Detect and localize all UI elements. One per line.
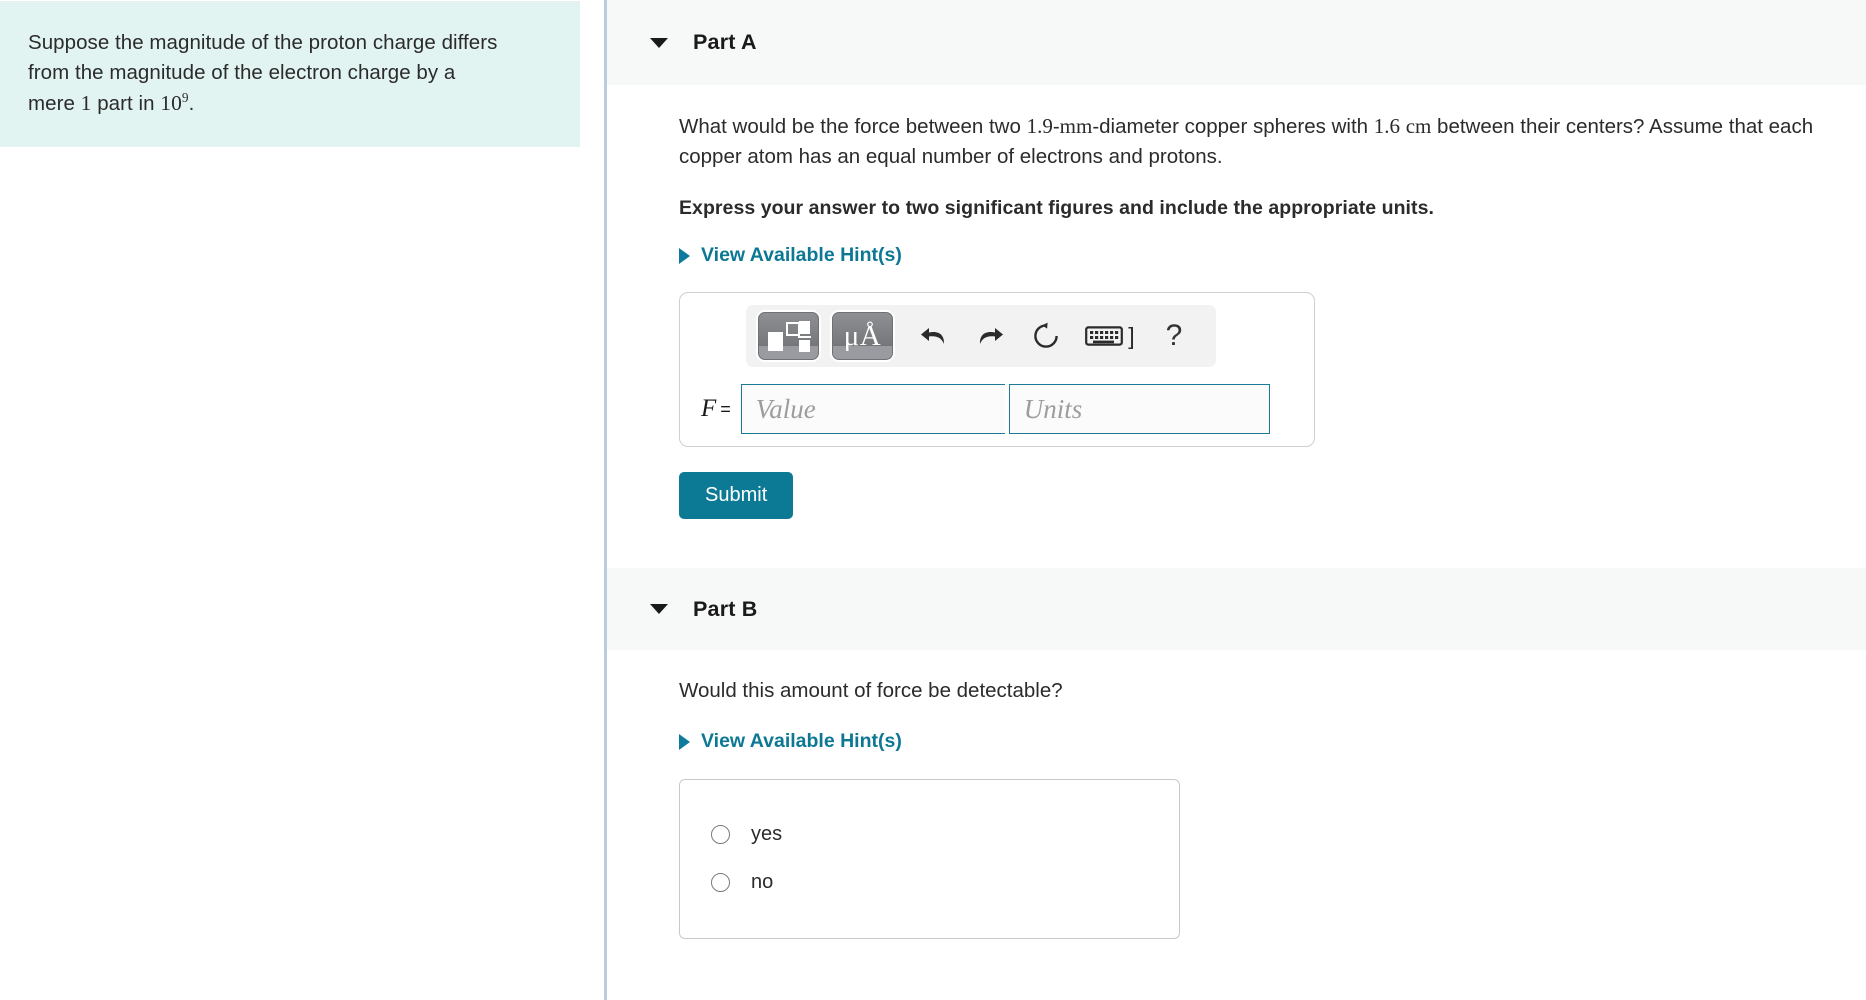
question-separation-value: 1.6 [1373,114,1400,138]
radio-button-no[interactable] [711,872,730,892]
problem-line-2: from the magnitude of the electron charg… [28,61,456,84]
caret-right-icon [679,247,690,264]
question-segment-2: - [1052,115,1060,138]
answer-variable-label: F [701,395,717,422]
part-b-body: Would this amount of force be detectable… [607,650,1866,939]
keyboard-icon [1085,326,1124,346]
equals-sign: = [720,398,731,419]
problem-line-1: Suppose the magnitude of the proton char… [28,31,498,54]
problem-value-1: 1 [80,91,92,115]
part-a-view-hints-link[interactable]: View Available Hint(s) [679,244,902,267]
part-a-title: Part A [693,30,757,54]
answer-units-input[interactable] [1008,384,1270,434]
caret-right-icon [679,733,690,750]
caret-down-icon[interactable] [650,604,668,614]
part-b-header[interactable]: Part B [607,568,1866,650]
question-segment-3: -diameter copper spheres with [1092,115,1374,138]
reset-circular-arrow-icon[interactable] [1018,312,1074,360]
submit-button[interactable]: Submit [679,472,794,519]
answer-pane: Part A What would be the force between t… [607,0,1866,1000]
undo-arrow-icon[interactable] [906,312,962,360]
problem-statement-pane: Suppose the magnitude of the proton char… [0,0,604,1000]
keyboard-shortcuts-button[interactable]: ] [1074,312,1146,360]
problem-statement-text: Suppose the magnitude of the proton char… [28,28,550,119]
part-b-question: Would this amount of force be detectable… [679,679,1063,702]
answer-value-input[interactable] [740,384,1005,434]
question-diameter-value: 1.9 [1026,114,1053,138]
answer-input-row: F = [680,384,1314,434]
help-label: ? [1165,319,1183,352]
micro-angstrom-label: μÅ [843,319,882,352]
option-row-yes[interactable]: yes [680,810,1179,858]
equation-editor-toolbar: μÅ] ? [746,305,1216,367]
units-palette-button[interactable]: μÅ [832,312,893,360]
part-b-hint-label: View Available Hint(s) [701,730,902,752]
part-a-question: What would be the force between two 1.9-… [679,111,1859,172]
part-a-answer-box: μÅ] ? F = Value Units [679,292,1315,447]
caret-down-icon[interactable] [650,37,668,48]
part-a-instruction: Express your answer to two significant f… [679,197,1434,219]
problem-line-3-end: . [188,92,195,115]
problem-statement-card: Suppose the magnitude of the proton char… [0,1,580,147]
problem-line-3-middle: part in [91,92,161,115]
redo-arrow-icon[interactable] [962,312,1018,360]
part-b-options-box: yes no [679,779,1180,939]
question-separation-unit: cm [1405,114,1432,138]
part-a-body: What would be the force between two 1.9-… [607,85,1866,519]
question-segment-1: What would be the force between two [679,115,1027,138]
option-row-no[interactable]: no [680,858,1179,906]
help-button[interactable]: ? [1146,312,1202,360]
part-b-view-hints-link[interactable]: View Available Hint(s) [679,730,902,753]
problem-power-of-ten: 109 [160,91,188,115]
power-base: 10 [160,91,182,115]
math-template-icon[interactable] [758,312,819,360]
power-exponent: 9 [181,89,189,105]
part-a-hint-label: View Available Hint(s) [701,244,902,266]
question-diameter-unit: mm [1059,114,1093,138]
part-a-header[interactable]: Part A [607,0,1866,85]
radio-button-yes[interactable] [711,824,730,844]
option-label-no: no [751,870,774,893]
part-b-title: Part B [693,596,758,621]
problem-line-3-prefix: mere [28,92,81,115]
keyboard-bracket-label: ] [1128,322,1135,349]
option-label-yes: yes [751,822,783,845]
